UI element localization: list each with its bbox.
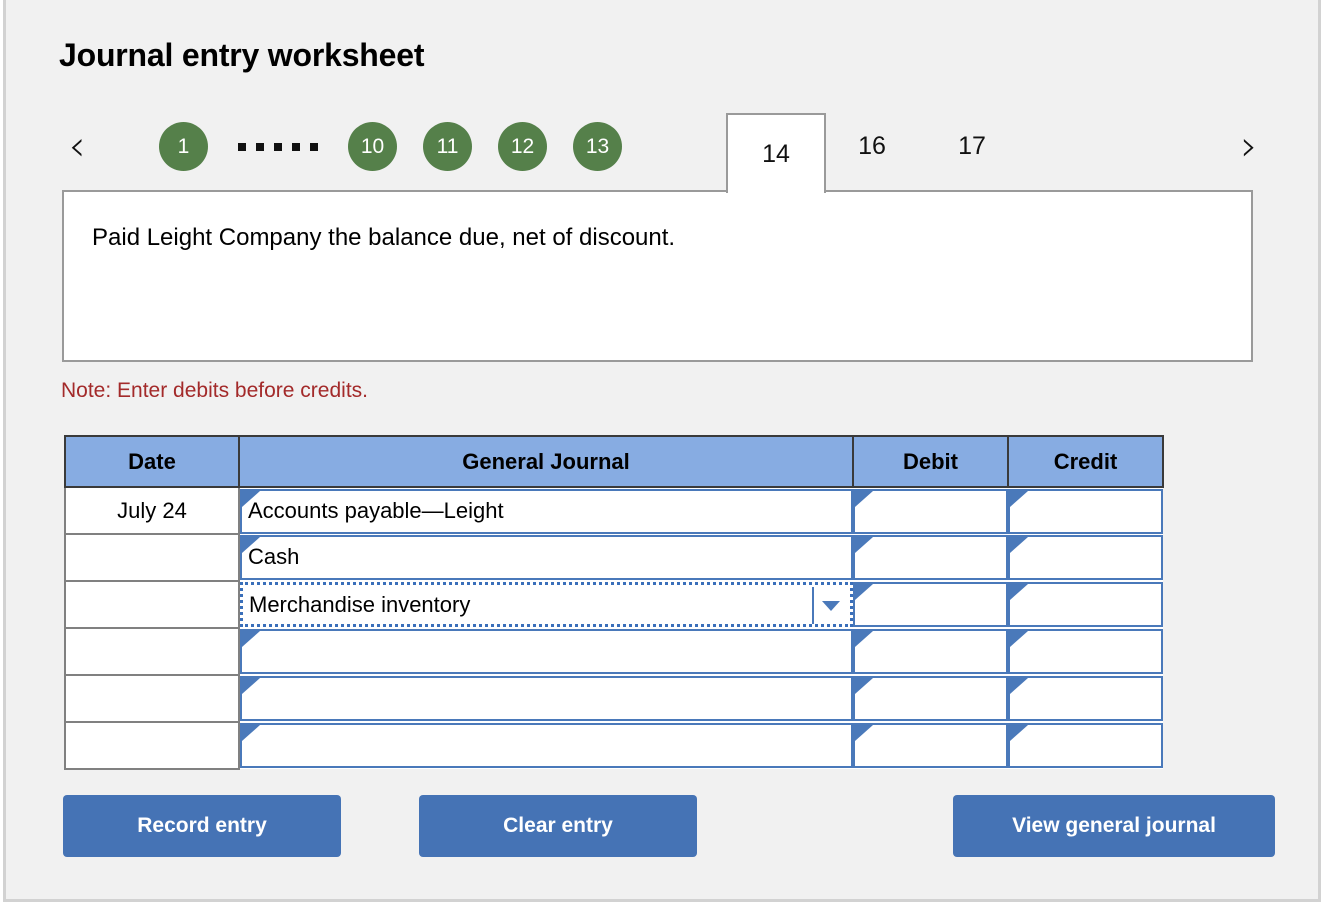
transaction-description-text: Paid Leight Company the balance due, net…: [92, 224, 676, 251]
credit-input[interactable]: [1008, 582, 1163, 627]
pager-item-list: 1 10 11 12 13 15 16 17: [159, 110, 1022, 188]
cell-date[interactable]: [64, 627, 240, 676]
debit-input[interactable]: [853, 535, 1008, 580]
table-row: [64, 627, 1163, 676]
cell-debit: [853, 487, 1008, 534]
chevron-left-icon[interactable]: ‹: [59, 124, 95, 170]
cell-credit: [1008, 628, 1163, 675]
account-name-text: Accounts payable—Leight: [248, 497, 504, 523]
cell-marker-icon: [1010, 584, 1028, 600]
column-header-debit: Debit: [852, 435, 1009, 488]
debits-before-credits-note: Note: Enter debits before credits.: [61, 379, 368, 402]
record-entry-button[interactable]: Record entry: [63, 795, 341, 857]
credit-input[interactable]: [1008, 723, 1163, 768]
cell-debit: [853, 628, 1008, 675]
cell-date[interactable]: July 24: [64, 486, 240, 535]
cell-marker-icon: [242, 725, 260, 741]
table-row: [64, 674, 1163, 723]
cell-general-journal: Cash: [239, 534, 853, 581]
pager-chip-1[interactable]: 1: [159, 122, 208, 171]
debit-input[interactable]: [853, 488, 1008, 534]
account-select[interactable]: [240, 723, 853, 768]
account-select[interactable]: Cash: [240, 535, 853, 580]
credit-input[interactable]: [1008, 629, 1163, 674]
cell-general-journal: [239, 628, 853, 675]
column-header-credit: Credit: [1007, 435, 1164, 488]
table-row: Merchandise inventory: [64, 580, 1163, 629]
pager-chip-12[interactable]: 12: [498, 122, 547, 171]
cell-marker-icon: [1010, 631, 1028, 647]
cell-date[interactable]: [64, 721, 240, 770]
cell-marker-icon: [242, 678, 260, 694]
transaction-description-panel: Paid Leight Company the balance due, net…: [62, 190, 1253, 362]
chevron-down-icon[interactable]: [812, 587, 848, 624]
column-header-general-journal: General Journal: [238, 435, 854, 488]
cell-general-journal: [239, 722, 853, 769]
cell-marker-icon: [1010, 678, 1028, 694]
cell-marker-icon: [1010, 725, 1028, 741]
table-row: July 24 Accounts payable—Leight: [64, 486, 1163, 535]
credit-input[interactable]: [1008, 488, 1163, 534]
debit-input[interactable]: [853, 723, 1008, 768]
account-select[interactable]: Accounts payable—Leight: [240, 488, 853, 534]
table-body: July 24 Accounts payable—Leight Cash Mercha…: [64, 486, 1163, 770]
cell-credit: [1008, 722, 1163, 769]
chevron-right-icon[interactable]: ›: [1231, 124, 1267, 170]
cell-marker-icon: [1010, 490, 1028, 507]
worksheet-page: Journal entry worksheet ‹ 1 10 11 12 13 …: [3, 0, 1321, 902]
pager-chip-13[interactable]: 13: [573, 122, 622, 171]
credit-input[interactable]: [1008, 535, 1163, 580]
table-row: Cash: [64, 533, 1163, 582]
cell-marker-icon: [242, 631, 260, 647]
cell-marker-icon: [855, 725, 873, 741]
cell-debit: [853, 722, 1008, 769]
journal-entry-table: Date General Journal Debit Credit July 2…: [64, 435, 1164, 770]
pager-tab-16[interactable]: 16: [822, 122, 922, 171]
cell-credit: [1008, 534, 1163, 581]
worksheet-pager: ‹ 1 10 11 12 13 15 16 17 14 ›: [59, 110, 1269, 193]
debit-input[interactable]: [853, 582, 1008, 627]
view-general-journal-button[interactable]: View general journal: [953, 795, 1275, 857]
account-name-text: Merchandise inventory: [249, 592, 471, 617]
credit-input[interactable]: [1008, 676, 1163, 721]
cell-marker-icon: [855, 631, 873, 647]
column-header-date: Date: [64, 435, 240, 488]
cell-date[interactable]: [64, 533, 240, 582]
account-name-text: Cash: [248, 544, 300, 569]
cell-marker-icon: [855, 678, 873, 694]
cell-debit: [853, 675, 1008, 722]
cell-general-journal: Merchandise inventory: [239, 581, 853, 628]
cell-credit: [1008, 581, 1163, 628]
account-select-active[interactable]: Merchandise inventory: [240, 582, 853, 627]
cell-date[interactable]: [64, 580, 240, 629]
table-header-row: Date General Journal Debit Credit: [64, 435, 1164, 488]
pager-tab-active-14[interactable]: 14: [726, 113, 826, 193]
debit-input[interactable]: [853, 676, 1008, 721]
pager-chip-11[interactable]: 11: [423, 122, 472, 171]
account-select[interactable]: [240, 676, 853, 721]
cell-general-journal: [239, 675, 853, 722]
cell-debit: [853, 534, 1008, 581]
cell-credit: [1008, 675, 1163, 722]
pager-chip-10[interactable]: 10: [348, 122, 397, 171]
cell-marker-icon: [855, 490, 873, 507]
page-title: Journal entry worksheet: [59, 37, 425, 73]
table-row: [64, 721, 1163, 770]
cell-general-journal: Accounts payable—Leight: [239, 487, 853, 534]
cell-credit: [1008, 487, 1163, 534]
cell-marker-icon: [1010, 537, 1028, 553]
cell-debit: [853, 581, 1008, 628]
clear-entry-button[interactable]: Clear entry: [419, 795, 697, 857]
account-select[interactable]: [240, 629, 853, 674]
pager-tab-17[interactable]: 17: [922, 122, 1022, 171]
cell-marker-icon: [855, 584, 873, 600]
debit-input[interactable]: [853, 629, 1008, 674]
cell-date[interactable]: [64, 674, 240, 723]
pager-ellipsis-icon: [238, 122, 318, 171]
cell-marker-icon: [855, 537, 873, 553]
